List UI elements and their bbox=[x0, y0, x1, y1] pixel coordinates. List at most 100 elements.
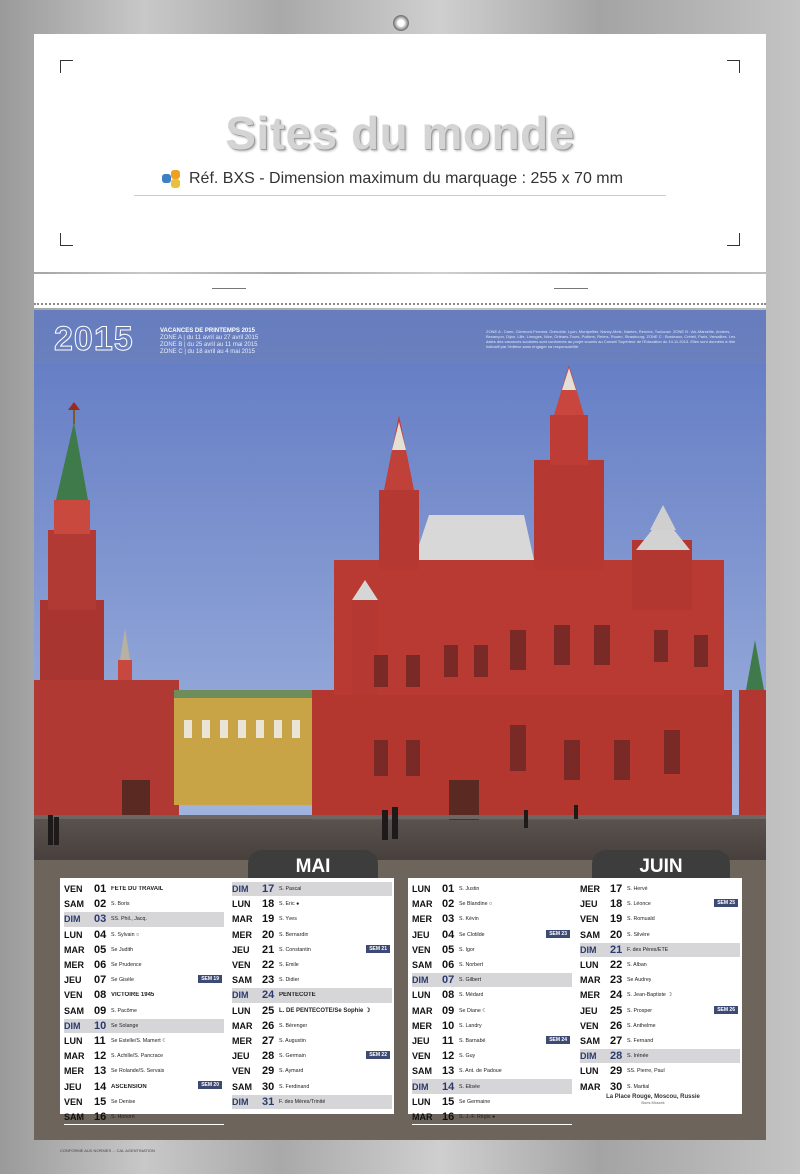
saint-name: S. Honoré bbox=[111, 1113, 135, 1120]
saint-name: S. Kévin bbox=[459, 916, 479, 923]
saint-name: S. Silvère bbox=[627, 931, 650, 938]
saint-name: Se Clotilde bbox=[459, 931, 485, 938]
day-number: 19 bbox=[262, 913, 275, 926]
day-row: SAM 20 S. Silvère bbox=[580, 928, 740, 943]
weekday-label: SAM bbox=[64, 1111, 84, 1122]
day-row: JEU 21 S. Constantin SEM 21 bbox=[232, 943, 392, 958]
day-number: 02 bbox=[94, 898, 107, 911]
day-row: MAR 23 Se Audrey bbox=[580, 973, 740, 989]
day-number: 15 bbox=[442, 1095, 455, 1108]
day-number: 28 bbox=[262, 1050, 275, 1063]
day-number: 13 bbox=[94, 1065, 107, 1078]
day-row: VEN 12 S. Guy bbox=[412, 1049, 572, 1065]
day-row: DIM 17 S. Pascal bbox=[232, 882, 392, 898]
saint-name: S. Guy bbox=[459, 1053, 476, 1060]
saint-name: S. Aymard bbox=[279, 1068, 304, 1075]
day-row: LUN 22 S. Alban bbox=[580, 958, 740, 974]
weekday-label: SAM bbox=[580, 1035, 600, 1046]
day-number: 01 bbox=[442, 883, 455, 896]
saint-name: S. Pascal bbox=[279, 886, 302, 893]
day-number: 11 bbox=[442, 1034, 454, 1047]
day-number: 23 bbox=[262, 974, 275, 987]
perforation-strip bbox=[34, 274, 766, 308]
day-column: VEN 01 FÊTE DU TRAVAIL SAM 02 S. Boris DIM 03 SS… bbox=[64, 882, 224, 1125]
crop-mark bbox=[60, 60, 73, 73]
holiday-info-band: 2015 VACANCES DE PRINTEMPS 2015 ZONE A |… bbox=[34, 310, 766, 364]
day-number: 02 bbox=[442, 898, 455, 911]
saint-name: S. Martial bbox=[627, 1083, 650, 1090]
weekday-label: LUN bbox=[232, 899, 251, 910]
saint-name: S. Romuald bbox=[627, 916, 655, 923]
day-number: 13 bbox=[442, 1065, 455, 1078]
weekday-label: DIM bbox=[580, 1051, 597, 1062]
photo-caption: La Place Rouge, Moscou, Russie Boris Mra… bbox=[578, 1094, 728, 1105]
weekday-label: MAR bbox=[412, 899, 433, 910]
day-row: VEN 05 S. Igor bbox=[412, 943, 572, 958]
day-number: 05 bbox=[94, 943, 107, 956]
weekday-label: JEU bbox=[412, 1035, 430, 1046]
day-row: SAM 27 S. Fernand bbox=[580, 1034, 740, 1050]
saint-name: S. Landry bbox=[459, 1022, 482, 1029]
day-number: 20 bbox=[610, 928, 623, 941]
weekday-label: VEN bbox=[64, 1096, 83, 1107]
day-row: SAM 02 S. Boris bbox=[64, 897, 224, 913]
week-number-badge: SEM 22 bbox=[366, 1051, 390, 1060]
day-number: 25 bbox=[262, 1004, 275, 1017]
weekday-label: VEN bbox=[580, 914, 599, 925]
saint-name: S. Bernardin bbox=[279, 931, 309, 938]
day-column: MER 17 S. Hervé JEU 18 S. Léonce SEM 25 VEN 19 S.… bbox=[580, 882, 740, 1095]
day-row: MAR 12 S. Achille/S. Pancrace bbox=[64, 1049, 224, 1065]
weekday-label: SAM bbox=[232, 975, 252, 986]
day-row: MAR 30 S. Martial bbox=[580, 1079, 740, 1095]
day-row: DIM 28 S. Irénée bbox=[580, 1049, 740, 1065]
calendar-title: Sites du monde bbox=[225, 107, 575, 159]
weekday-label: MAR bbox=[64, 944, 85, 955]
day-row: DIM 24 PENTECÔTE bbox=[232, 988, 392, 1004]
saint-name: Se Diane ☾ bbox=[459, 1007, 488, 1014]
day-number: 06 bbox=[442, 959, 455, 972]
calendar-header: Sites du monde Réf. BXS - Dimension maxi… bbox=[34, 34, 766, 272]
day-number: 14 bbox=[94, 1080, 107, 1093]
day-number: 19 bbox=[610, 913, 623, 926]
day-row: LUN 29 SS. Pierre, Paul bbox=[580, 1064, 740, 1080]
day-number: 25 bbox=[610, 1004, 623, 1017]
day-number: 09 bbox=[442, 1004, 455, 1017]
saint-name: S. Elisée bbox=[459, 1083, 480, 1090]
day-row: LUN 11 Se Estelle/S. Mamert ☾ bbox=[64, 1034, 224, 1050]
weekday-label: MER bbox=[412, 1020, 432, 1031]
weekday-label: DIM bbox=[232, 884, 249, 895]
saint-name: F. des Pères/ÉTÉ bbox=[627, 946, 669, 953]
day-row: MER 24 S. Jean-Baptiste ☽ bbox=[580, 988, 740, 1004]
day-row: MER 06 Se Prudence bbox=[64, 958, 224, 974]
week-number-badge: SEM 24 bbox=[546, 1035, 570, 1044]
day-number: 15 bbox=[94, 1095, 107, 1108]
day-number: 08 bbox=[442, 989, 455, 1002]
day-number: 14 bbox=[442, 1080, 455, 1093]
weekday-label: VEN bbox=[412, 944, 431, 955]
weekday-label: JEU bbox=[232, 1051, 250, 1062]
photo-credit: Boris Mrazek bbox=[641, 1100, 665, 1105]
weekday-label: DIM bbox=[580, 944, 597, 955]
saint-name: S. Alban bbox=[627, 962, 647, 969]
saint-name: S. Norbert bbox=[459, 962, 484, 969]
weekday-label: JEU bbox=[580, 899, 598, 910]
holidays-zone-b: ZONE B | du 25 avril au 11 mai 2015 bbox=[160, 342, 258, 348]
saint-name: Se Rolande/S. Servais bbox=[111, 1068, 165, 1075]
saint-name: ASCENSION bbox=[111, 1083, 147, 1090]
weekday-label: MER bbox=[64, 960, 84, 971]
weekday-label: JEU bbox=[412, 929, 430, 940]
day-row: JEU 11 S. Barnabé SEM 24 bbox=[412, 1034, 572, 1050]
day-row: DIM 14 S. Elisée bbox=[412, 1079, 572, 1095]
fold-mark bbox=[554, 288, 588, 289]
saint-name: VICTOIRE 1945 bbox=[111, 992, 155, 999]
saint-name: S. Léonce bbox=[627, 901, 651, 908]
saint-name: S. Yves bbox=[279, 916, 297, 923]
day-row: SAM 16 S. Honoré bbox=[64, 1110, 224, 1125]
day-number: 27 bbox=[610, 1034, 623, 1047]
weekday-label: DIM bbox=[412, 975, 429, 986]
weekday-label: SAM bbox=[64, 899, 84, 910]
day-row: SAM 30 S. Ferdinand bbox=[232, 1079, 392, 1095]
weekday-label: MAR bbox=[412, 1005, 433, 1016]
week-number-badge: SEM 21 bbox=[366, 944, 390, 953]
day-row: MER 27 S. Augustin bbox=[232, 1034, 392, 1050]
